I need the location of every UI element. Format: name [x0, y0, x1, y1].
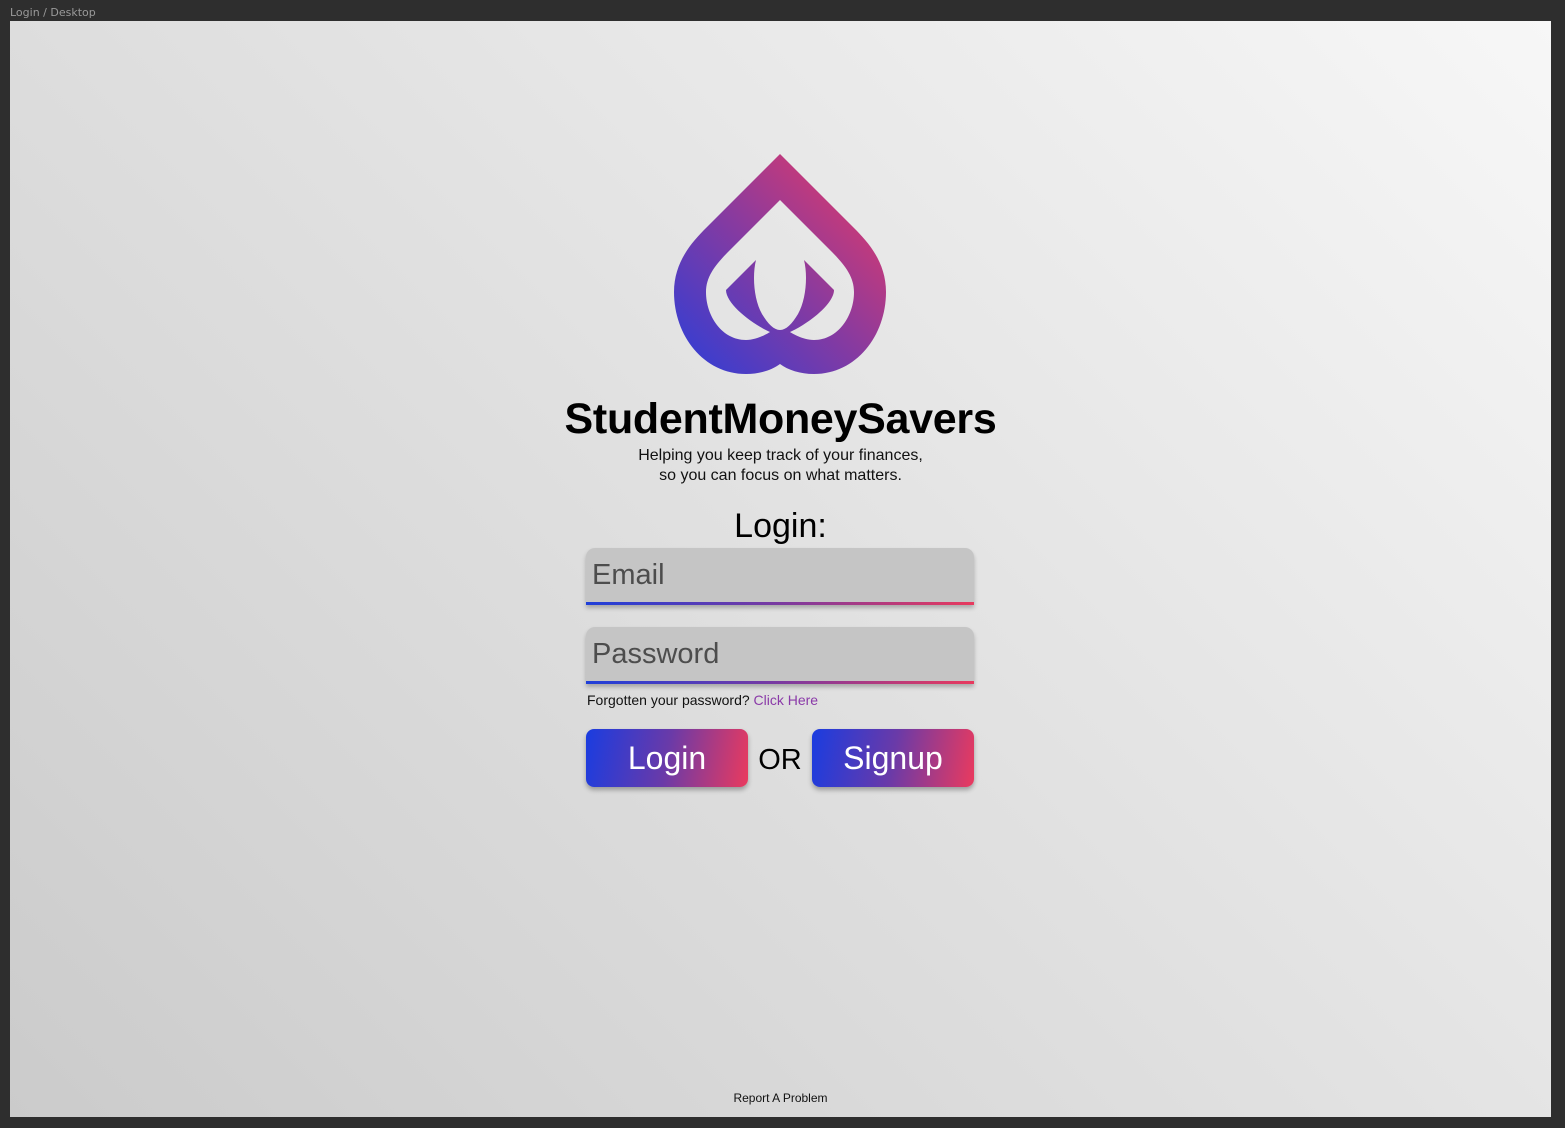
artboard-label: Login / Desktop: [10, 6, 96, 19]
brand-tagline: Helping you keep track of your finances,…: [10, 446, 1551, 486]
email-underline: [586, 602, 974, 605]
password-field-container: [586, 627, 974, 684]
forgot-password-text: Forgotten your password?: [587, 692, 750, 708]
purple-gradient-drop-logo-icon: [674, 154, 886, 374]
password-input[interactable]: [586, 627, 974, 681]
brand-title: StudentMoneySavers: [564, 395, 997, 443]
forgot-password-link[interactable]: Click Here: [754, 692, 819, 708]
signup-button[interactable]: Signup: [812, 729, 974, 787]
tagline-line-2: so you can focus on what matters.: [659, 467, 902, 484]
report-problem-link[interactable]: Report A Problem: [10, 1091, 1551, 1105]
email-field-container: [586, 548, 974, 605]
login-button[interactable]: Login: [586, 729, 748, 787]
tagline-line-1: Helping you keep track of your finances,: [638, 447, 923, 464]
password-underline: [586, 681, 974, 684]
login-heading: Login:: [734, 507, 827, 545]
forgot-password-row: Forgotten your password? Click Here: [587, 692, 818, 708]
or-separator: OR: [758, 744, 802, 776]
login-page: StudentMoneySavers Helping you keep trac…: [10, 21, 1551, 1117]
email-input[interactable]: [586, 548, 974, 602]
